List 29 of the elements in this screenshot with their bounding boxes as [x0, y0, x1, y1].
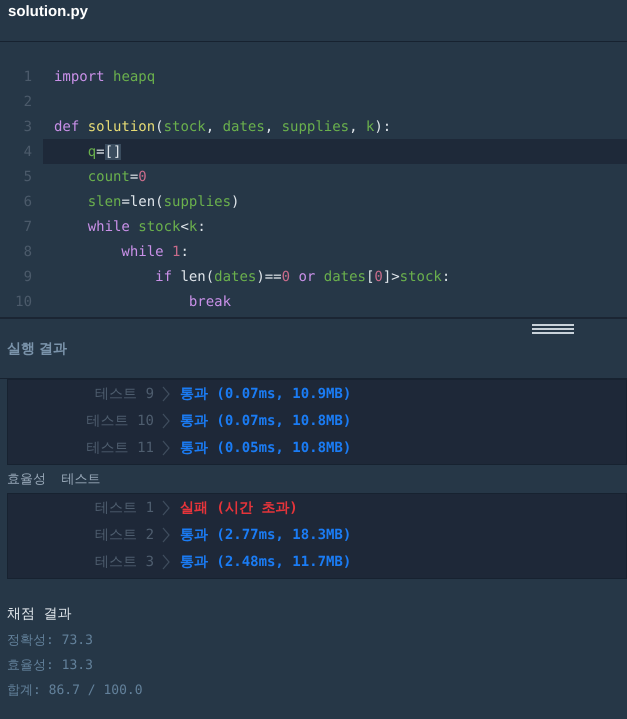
code-line: while stock<k: — [86, 218, 206, 234]
chevron-icon — [162, 386, 170, 402]
code-line: if len(dates)==0 or dates[0]>stock: — [154, 268, 450, 284]
test-result: 통과 (0.05ms, 10.8MB) — [180, 438, 352, 456]
test-result: 통과 (2.77ms, 18.3MB) — [180, 526, 352, 544]
test-result: 통과 (0.07ms, 10.9MB) — [180, 384, 352, 402]
test-result: 통과 (2.48ms, 11.7MB) — [180, 552, 352, 570]
resize-handle-icon[interactable] — [532, 323, 574, 334]
chevron-icon — [162, 412, 170, 428]
panel-title: 실행 결과 — [7, 340, 67, 358]
chevron-icon — [162, 440, 170, 456]
test-result: 통과 (0.07ms, 10.8MB) — [180, 412, 352, 430]
code-line: q=[] — [86, 144, 122, 160]
chevron-icon — [162, 526, 170, 542]
code-line: break — [188, 294, 232, 310]
score-line: 효율성: 13.3 — [7, 657, 94, 675]
score-title: 채점 결과 — [7, 605, 72, 623]
group-heading: 효율성 테스트 — [6, 471, 102, 489]
test-result: 실패 (시간 초과) — [180, 498, 298, 516]
chevron-icon — [162, 554, 170, 570]
code-line: count=0 — [86, 168, 147, 184]
file-tab-title: solution.py — [8, 3, 88, 20]
code-line: while 1: — [120, 244, 189, 260]
score-line: 정확성: 73.3 — [7, 632, 94, 650]
code-line: import heapq — [54, 68, 156, 84]
score-line: 합계: 86.7 / 100.0 — [7, 682, 144, 700]
code-line: slen=len(supplies) — [86, 194, 240, 210]
chevron-icon — [162, 500, 170, 516]
code-line: def solution(stock, dates, supplies, k): — [54, 118, 392, 134]
